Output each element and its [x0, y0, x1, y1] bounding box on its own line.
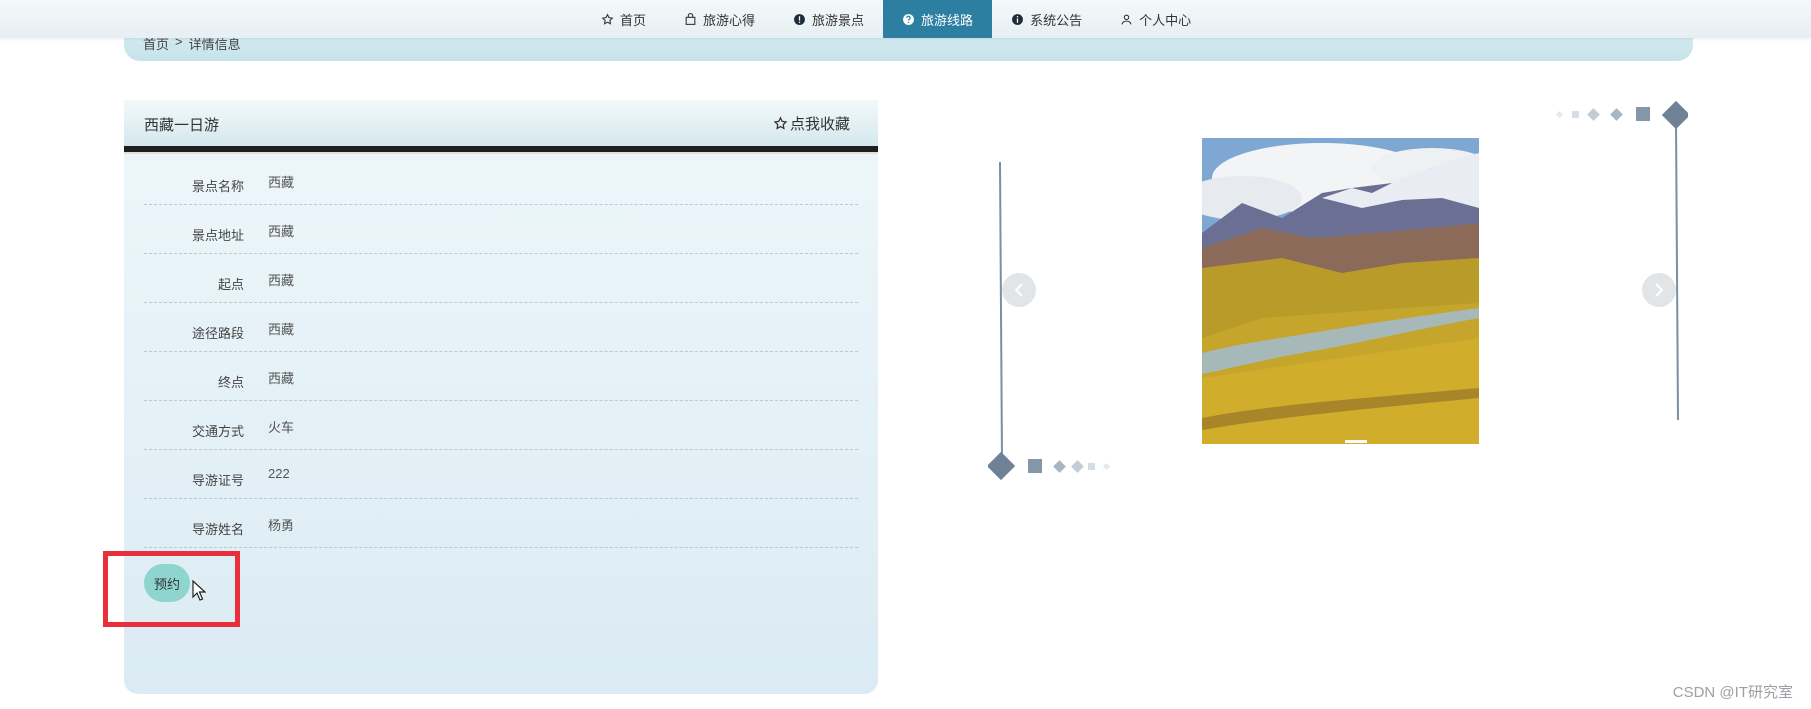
detail-fields: 景点名称 西藏 景点地址 西藏 起点 西藏 途径路段 西藏 终点 西藏 交通方式 火车 导游… — [144, 156, 858, 548]
field-row: 起点 西藏 — [144, 254, 858, 303]
image-carousel — [988, 100, 1688, 480]
mouse-cursor-icon — [192, 580, 206, 601]
field-label: 导游证号 — [191, 473, 244, 488]
field-row: 景点地址 西藏 — [144, 205, 858, 254]
nav-item-user-center[interactable]: 个人中心 — [1101, 0, 1210, 38]
field-label: 交通方式 — [191, 424, 244, 439]
chevron-left-icon — [1014, 283, 1023, 297]
carousel-indicator[interactable] — [1345, 440, 1367, 443]
nav-item-home[interactable]: 首页 — [582, 0, 665, 38]
star-outline-icon — [773, 116, 788, 130]
bag-icon — [685, 12, 696, 25]
user-icon — [1121, 14, 1132, 24]
field-row: 途径路段 西藏 — [144, 303, 858, 352]
field-row: 景点名称 西藏 — [144, 156, 858, 205]
field-value: 西藏 — [268, 273, 295, 288]
nav-item-attractions[interactable]: 旅游景点 — [774, 0, 883, 38]
chevron-right-icon — [1655, 283, 1664, 297]
field-label: 起点 — [217, 277, 244, 292]
field-row: 导游姓名 杨勇 — [144, 499, 858, 548]
nav-item-routes[interactable]: 旅游线路 — [883, 0, 993, 38]
carousel-next-button[interactable] — [1642, 273, 1676, 307]
field-label: 终点 — [217, 375, 244, 390]
carousel-prev-button[interactable] — [1002, 273, 1036, 307]
field-row: 交通方式 火车 — [144, 401, 858, 450]
nav-label: 系统公告 — [1030, 12, 1083, 28]
nav-item-announcements[interactable]: 系统公告 — [992, 0, 1101, 38]
top-nav-bar: 首页 旅游心得 旅游景点 旅游线路 系统公告 个人中心 — [0, 0, 1811, 38]
detail-header: 西藏一日游 点我收藏 — [124, 100, 878, 146]
nav-label: 旅游心得 — [703, 12, 756, 28]
field-value: 西藏 — [268, 371, 295, 386]
field-value: 西藏 — [268, 224, 295, 239]
mountain-landscape-photo — [1202, 138, 1479, 444]
field-value: 火车 — [268, 420, 295, 435]
annotation-highlight-box — [103, 551, 240, 627]
favorite-label: 点我收藏 — [789, 116, 850, 133]
field-value: 杨勇 — [268, 518, 295, 533]
info-icon — [1012, 13, 1023, 25]
nav-label: 首页 — [620, 12, 647, 28]
field-label: 景点地址 — [191, 228, 244, 243]
header-divider — [124, 146, 878, 154]
star-outline-icon — [601, 12, 614, 25]
field-label: 途径路段 — [191, 326, 244, 341]
watermark-text: CSDN @IT研究室 — [1672, 684, 1793, 701]
nav-label: 个人中心 — [1139, 12, 1192, 28]
detail-title: 西藏一日游 — [144, 117, 220, 134]
field-value: 222 — [268, 466, 290, 481]
field-value: 西藏 — [268, 175, 295, 190]
field-row: 终点 西藏 — [144, 352, 858, 401]
main-nav: 首页 旅游心得 旅游景点 旅游线路 系统公告 个人中心 — [582, 0, 1210, 38]
nav-label: 旅游景点 — [812, 12, 865, 28]
field-value: 西藏 — [268, 322, 295, 337]
question-icon — [903, 13, 914, 25]
favorite-button[interactable]: 点我收藏 — [773, 113, 850, 134]
nav-label: 旅游线路 — [921, 12, 974, 28]
field-row: 导游证号 222 — [144, 450, 858, 499]
field-label: 景点名称 — [191, 179, 244, 194]
field-label: 导游姓名 — [191, 522, 244, 537]
info-icon — [794, 13, 805, 25]
nav-item-travel-notes[interactable]: 旅游心得 — [665, 0, 774, 38]
